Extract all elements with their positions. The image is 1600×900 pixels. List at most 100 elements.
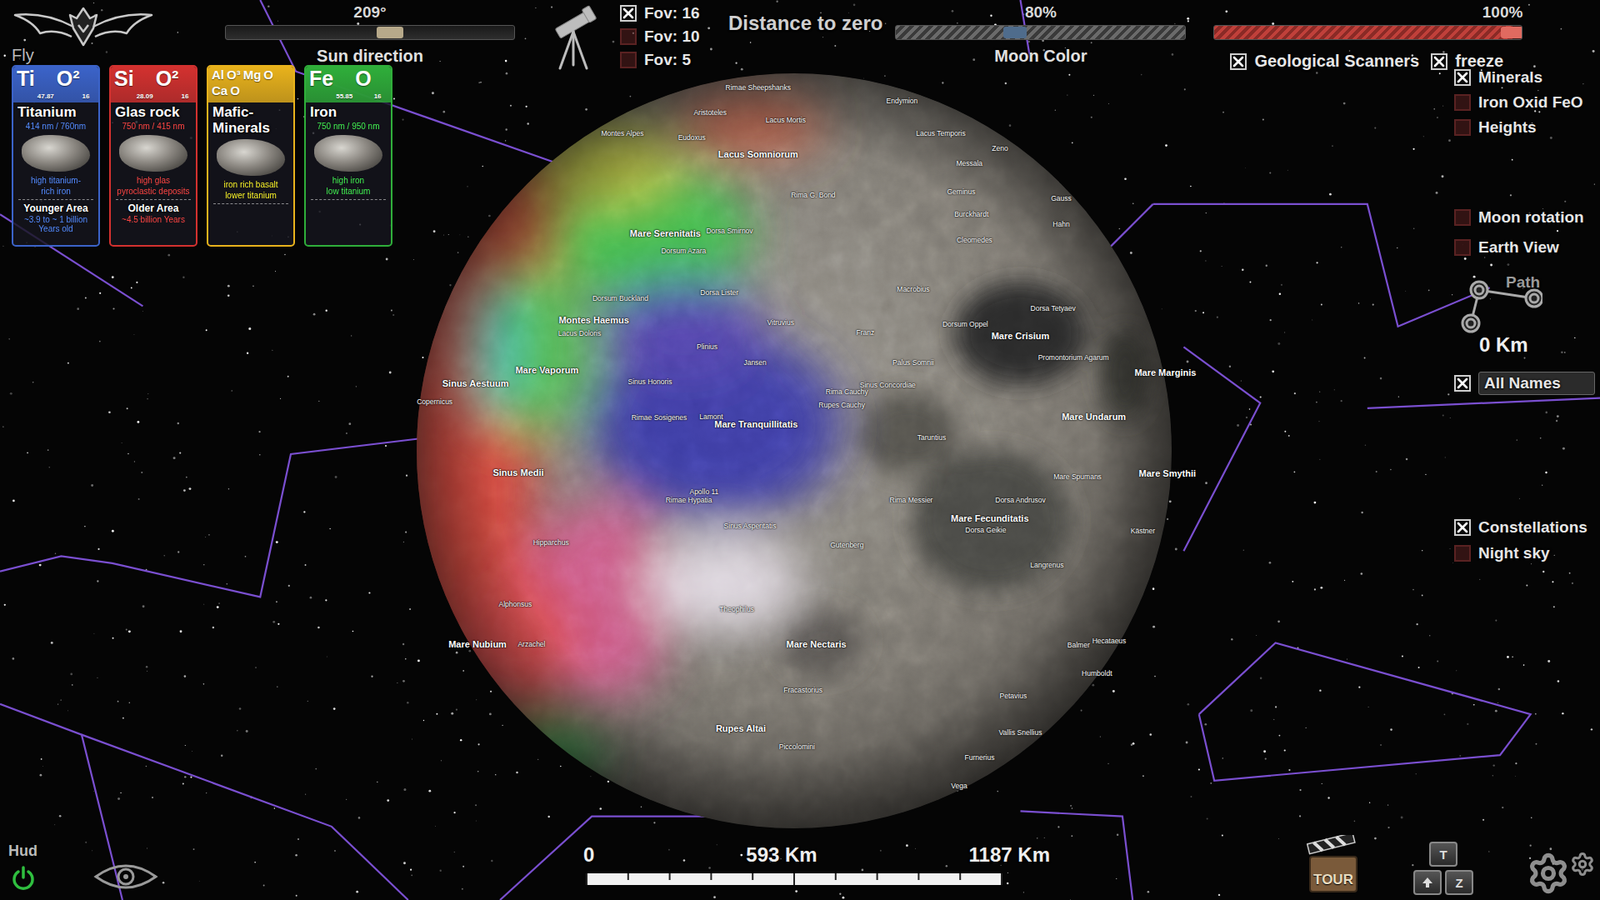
keyboard-keys[interactable]: TZ	[1413, 841, 1474, 895]
checkbox[interactable]	[1454, 239, 1471, 256]
element-header: AlO³MgOCaO	[208, 66, 294, 103]
path-tool[interactable]: Path0 Km	[1454, 273, 1600, 357]
moon-label: Vega	[950, 781, 967, 790]
view-option[interactable]: Earth View	[1454, 238, 1600, 257]
element-bands: 414 nm / 760nm	[13, 120, 99, 132]
element-symbol: 16	[374, 93, 382, 100]
settings-button[interactable]	[1526, 851, 1595, 895]
check-icon	[1456, 377, 1469, 390]
path-icon[interactable]	[1459, 280, 1543, 335]
checkbox-label: Fov: 5	[644, 50, 691, 70]
scale-label: 1187 Km	[969, 843, 1050, 867]
scanner-option[interactable]: Geological Scanners	[1230, 51, 1420, 71]
element-card[interactable]: Ti47.87O²16Titanium414 nm / 760nmhigh ti…	[11, 65, 100, 247]
checkbox[interactable]	[1454, 209, 1471, 226]
checkbox[interactable]	[1430, 53, 1448, 70]
slider-knob[interactable]	[1500, 26, 1523, 39]
right-panel: Minerals Iron Oxid FeO Heights Moon rotatio…	[1454, 68, 1600, 563]
element-symbol: O³	[226, 68, 241, 81]
sun-direction-slider[interactable]: 209°Sun direction	[225, 0, 515, 66]
key[interactable]	[1413, 870, 1442, 895]
element-symbol: O²	[155, 68, 180, 90]
moon-label: Macrobius	[896, 285, 930, 294]
distance-button[interactable]: Distance to zero	[728, 11, 883, 35]
element-symbol: 55.85	[335, 93, 353, 100]
moon-label: Copernicus	[416, 397, 453, 406]
moon-color-slider[interactable]: 80% Moon Color	[895, 0, 1186, 66]
rock-image	[314, 135, 383, 172]
checkbox[interactable]	[620, 28, 637, 45]
moon-label: Humboldt	[1081, 669, 1112, 678]
scanner-option[interactable]: freeze	[1430, 51, 1504, 71]
eye-icon[interactable]	[92, 861, 160, 892]
fov-option[interactable]: Fov: 5	[620, 50, 712, 70]
moon-label: Mare Marginis	[1134, 367, 1196, 378]
telescope-icon[interactable]	[548, 3, 602, 72]
key[interactable]: T	[1429, 841, 1458, 867]
checkbox-label: All Names	[1478, 371, 1595, 395]
checkbox[interactable]	[1454, 119, 1471, 136]
moon[interactable]	[395, 73, 1172, 829]
view-option[interactable]: Moon rotation	[1454, 208, 1600, 227]
moon-label: Palus Somnii	[892, 358, 935, 367]
checkbox[interactable]	[1454, 94, 1471, 111]
moon-label: Fracastorius	[783, 685, 823, 695]
ruler-icon	[583, 871, 1009, 887]
element-symbol: 28.09	[136, 93, 154, 100]
slider-track[interactable]	[1213, 25, 1523, 40]
layer-option[interactable]: Minerals	[1454, 68, 1600, 87]
checkbox[interactable]	[620, 51, 637, 69]
moon-label: Rima G. Bond	[790, 190, 835, 200]
moon-label: Apollo 11	[689, 487, 719, 496]
moon-label: Messala	[955, 159, 983, 168]
checkbox-label: Moon rotation	[1478, 208, 1585, 227]
moon-label: Dorsa Smirnov	[705, 226, 753, 235]
moon-label: Dorsa Lister	[700, 288, 739, 297]
fov-option[interactable]: Fov: 16	[620, 4, 712, 23]
moon-label: Lacus Doloris	[558, 329, 602, 338]
slider-track[interactable]	[225, 25, 515, 40]
moon-label: Sinus Asperitatis	[724, 521, 777, 530]
layer-option[interactable]: Iron Oxid FeO	[1454, 93, 1600, 112]
all-names-toggle[interactable]: All Names	[1454, 371, 1600, 395]
slider-track[interactable]	[895, 25, 1186, 40]
checkbox[interactable]	[1454, 545, 1471, 562]
element-title: Glas rock	[110, 102, 196, 121]
element-symbol: Fe	[309, 68, 334, 90]
scanner-slider[interactable]: 100%Geological Scannersfreeze	[1213, 0, 1523, 71]
fov-option[interactable]: Fov: 10	[620, 27, 712, 46]
sky-option[interactable]: Night sky	[1454, 544, 1600, 563]
checkbox-label: Fov: 10	[644, 27, 700, 46]
moon-label: Hecataeus	[1092, 636, 1127, 645]
slider-knob[interactable]	[376, 26, 404, 39]
moon-label: Mare Undarum	[1061, 411, 1126, 422]
slider-reading: 80%	[895, 3, 1186, 22]
moon-label: Lacus Mortis	[765, 115, 806, 125]
element-header: Si28.09O²16	[110, 66, 196, 103]
age-text: ~3.9 to ~ 1 billion Years old	[13, 214, 99, 235]
layer-option[interactable]: Heights	[1454, 118, 1600, 137]
moon-label: Plinius	[696, 342, 718, 351]
moon-label: Rimae Hypatia	[665, 495, 713, 505]
moon-label: Rima Cauchy	[825, 387, 869, 396]
moon-label: Mare Nubium	[448, 639, 507, 650]
moon-label: Mare Vaporum	[515, 365, 579, 375]
scale-label: 593 Km	[745, 843, 817, 867]
key[interactable]: Z	[1445, 870, 1474, 895]
slider-knob[interactable]	[1003, 26, 1027, 39]
slider-label: Moon Color	[895, 46, 1186, 66]
tour-button[interactable]: TOUR	[1306, 835, 1360, 895]
checkbox-label: Heights	[1478, 118, 1537, 137]
checkbox[interactable]	[620, 5, 637, 22]
power-icon[interactable]	[10, 865, 37, 892]
checkbox[interactable]	[1454, 519, 1471, 536]
element-card[interactable]: AlO³MgOCaOMafic-Mineralsiron rich basalt…	[206, 65, 295, 247]
sky-option[interactable]: Constellations	[1454, 518, 1600, 537]
checkbox[interactable]	[1230, 53, 1247, 70]
element-card[interactable]: Fe55.85O16Iron750 nm / 950 nmhigh ironlo…	[304, 65, 393, 247]
element-note: lower titanium	[208, 190, 294, 201]
checkbox[interactable]	[1454, 69, 1471, 86]
moon-label: Lamont	[699, 412, 723, 421]
checkbox[interactable]	[1454, 375, 1471, 392]
element-card[interactable]: Si28.09O²16Glas rock750 nm / 415 nmhigh …	[109, 65, 198, 247]
